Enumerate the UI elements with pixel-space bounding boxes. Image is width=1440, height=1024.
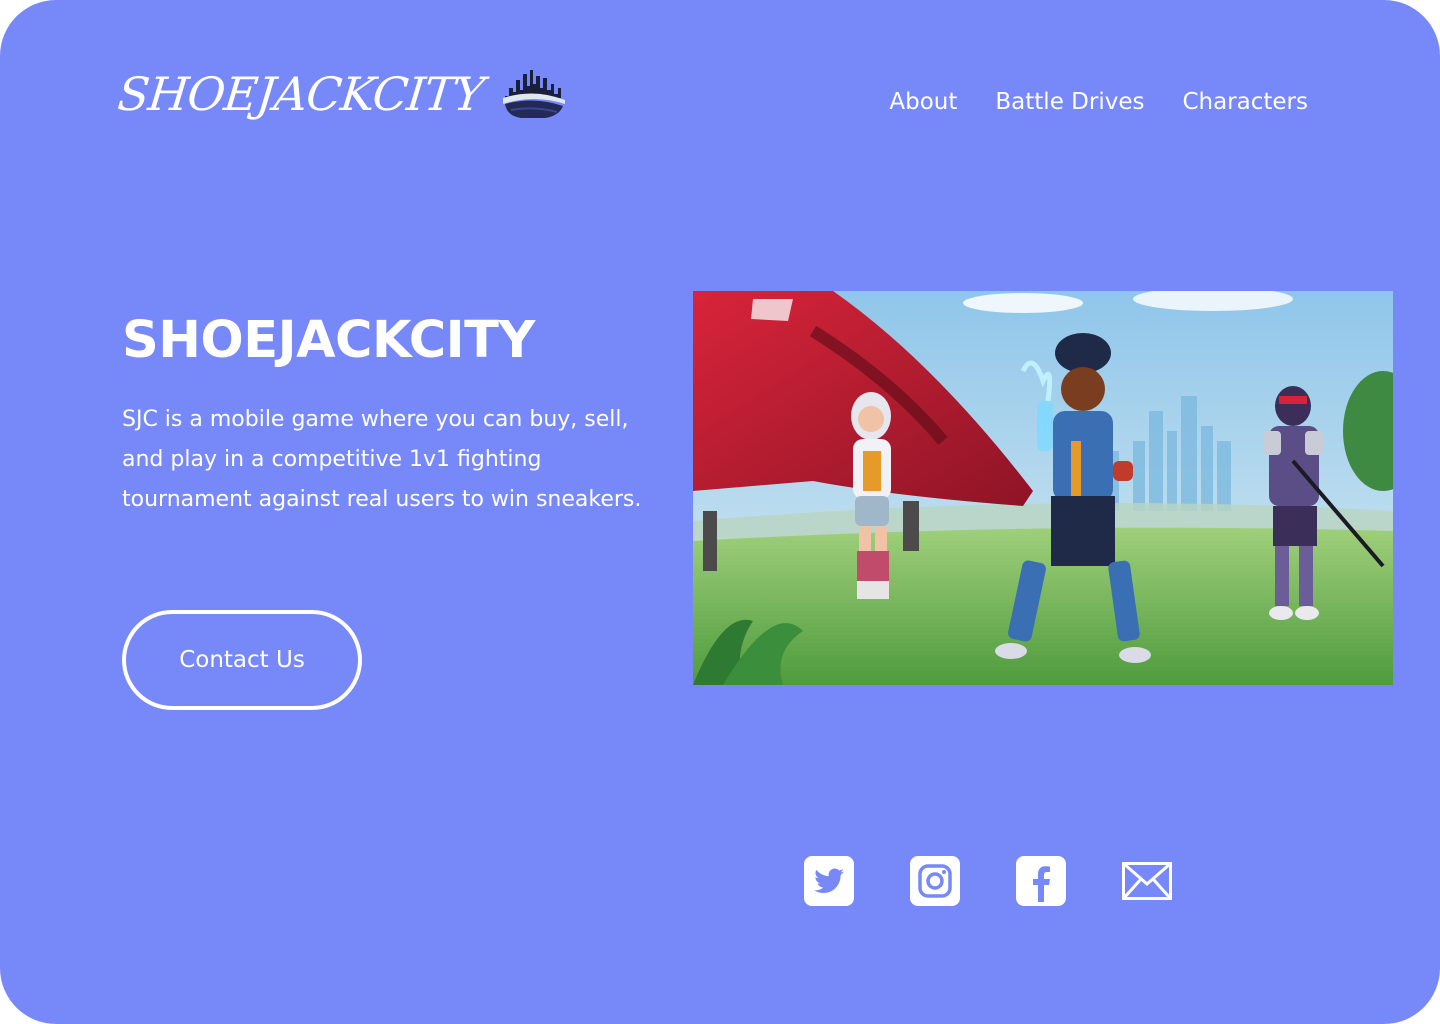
hero-description: SJC is a mobile game where you can buy, … — [122, 407, 642, 512]
contact-us-button[interactable]: Contact Us — [122, 610, 362, 710]
mail-link[interactable] — [1122, 856, 1172, 906]
instagram-icon — [910, 856, 960, 906]
facebook-link[interactable] — [1016, 856, 1066, 906]
page-frame: SHOEJACKCITY About Battle Drives Charact… — [0, 0, 1440, 1024]
nav-characters-link[interactable]: Characters — [1182, 86, 1308, 118]
instagram-link[interactable] — [910, 856, 960, 906]
logo-text: SHOEJACKCITY — [115, 67, 487, 121]
hero-title: SHOEJACKCITY — [122, 311, 535, 370]
logo[interactable]: SHOEJACKCITY — [115, 66, 567, 122]
city-skyline-sneaker-icon — [503, 70, 566, 118]
nav-about-link[interactable]: About — [889, 86, 957, 118]
mail-icon — [1122, 862, 1172, 900]
nav-battle-drives-link[interactable]: Battle Drives — [995, 86, 1144, 118]
social-links — [804, 856, 1172, 906]
twitter-icon — [804, 856, 854, 906]
character-girl — [851, 392, 891, 599]
facebook-icon — [1016, 856, 1066, 906]
twitter-link[interactable] — [804, 856, 854, 906]
hero-illustration — [693, 291, 1393, 685]
main-nav: About Battle Drives Characters — [889, 86, 1308, 118]
